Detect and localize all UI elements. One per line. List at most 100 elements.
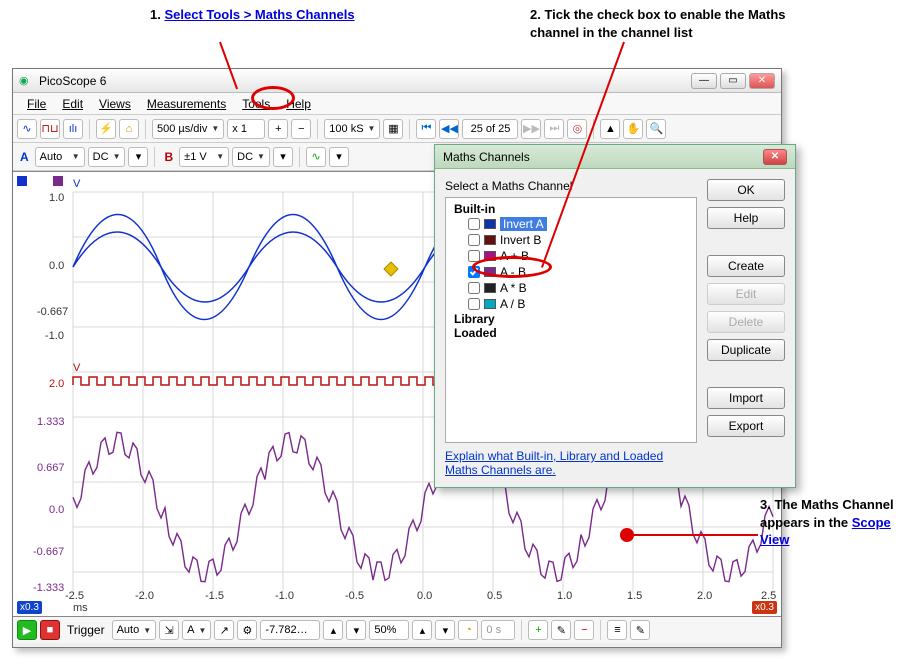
import-button[interactable]: Import — [707, 387, 785, 409]
arrow-step3 — [628, 534, 758, 536]
maths-channels-dialog: Maths Channels ✕ Select a Maths Channel … — [434, 144, 796, 488]
dialog-title: Maths Channels — [443, 150, 530, 164]
channel-a-range[interactable]: Auto▼ — [35, 147, 85, 167]
timebase-dropdown[interactable]: 500 µs/div▼ — [152, 119, 224, 139]
minimize-button[interactable]: — — [691, 73, 717, 89]
swatch-icon — [484, 219, 496, 229]
maths-checkbox-3[interactable] — [468, 266, 480, 278]
maths-item-label: A + B — [500, 249, 529, 263]
maths-item-4[interactable]: A * B — [450, 280, 692, 296]
maths-item-1[interactable]: Invert B — [450, 232, 692, 248]
auto-setup-icon[interactable]: ⚡ — [96, 119, 116, 139]
spectrum-mode-icon[interactable]: ılı — [63, 119, 83, 139]
maths-item-5[interactable]: A / B — [450, 296, 692, 312]
maths-item-label: Invert A — [500, 217, 547, 231]
samples-dropdown[interactable]: 100 kS▼ — [324, 119, 380, 139]
channel-b-range[interactable]: ±1 V▼ — [179, 147, 229, 167]
toolbar-trigger: ▶ ■ Trigger Auto▼ ⇲ A▼ ↗ ⚙ -7.782… ▴▾ 50… — [13, 617, 781, 643]
level-up-icon[interactable]: ▴ — [323, 620, 343, 640]
maths-item-label: A * B — [500, 281, 527, 295]
close-button[interactable]: ✕ — [749, 73, 775, 89]
maths-checkbox-5[interactable] — [468, 298, 480, 310]
tree-loaded: Loaded — [450, 326, 692, 340]
target-icon[interactable]: ◎ — [567, 119, 587, 139]
menubar: File Edit Views Measurements Tools Help — [13, 93, 781, 115]
maths-checkbox-2[interactable] — [468, 250, 480, 262]
delay-icon[interactable]: ◔ — [458, 620, 478, 640]
channel-a-label: A — [17, 150, 32, 164]
persistence-mode-icon[interactable]: ⊓⊔ — [40, 119, 60, 139]
next-page-icon[interactable]: ▶▶ — [521, 119, 541, 139]
maths-channel-list[interactable]: Built-in Invert A Invert B A + B A - B A… — [445, 197, 697, 443]
maths-item-3[interactable]: A - B — [450, 264, 692, 280]
duplicate-button[interactable]: Duplicate — [707, 339, 785, 361]
measure-edit-icon[interactable]: ✎ — [551, 620, 571, 640]
measure-delete-icon[interactable]: − — [574, 620, 594, 640]
dialog-close-button[interactable]: ✕ — [763, 149, 787, 165]
menu-views[interactable]: Views — [91, 95, 139, 113]
home-icon[interactable]: ⌂ — [119, 119, 139, 139]
xzoom-left[interactable]: x0.3 — [17, 601, 42, 614]
maths-item-0[interactable]: Invert A — [450, 216, 692, 232]
zoom-in-icon[interactable]: + — [268, 119, 288, 139]
channel-b-options-icon[interactable]: ▾ — [273, 147, 293, 167]
ok-button[interactable]: OK — [707, 179, 785, 201]
last-page-icon[interactable]: ⏭ — [544, 119, 564, 139]
buffer-icon[interactable]: ▦ — [383, 119, 403, 139]
stop-button[interactable]: ■ — [40, 620, 60, 640]
create-button[interactable]: Create — [707, 255, 785, 277]
sig-gen-icon[interactable]: ∿ — [306, 147, 326, 167]
pointer-icon[interactable]: ▲ — [600, 119, 620, 139]
help-button[interactable]: Help — [707, 207, 785, 229]
first-page-icon[interactable]: ⏮ — [416, 119, 436, 139]
edit-button[interactable]: Edit — [707, 283, 785, 305]
trigger-mode[interactable]: Auto▼ — [112, 620, 157, 640]
run-button[interactable]: ▶ — [17, 620, 37, 640]
explain-link[interactable]: Explain what Built-in, Library and Loade… — [445, 449, 697, 477]
zoom-dropdown[interactable]: x 1 — [227, 119, 265, 139]
annotation-step1-link[interactable]: Select Tools > Maths Channels — [164, 7, 354, 22]
zoom-tool-icon[interactable]: 🔍 — [646, 119, 666, 139]
swatch-icon — [484, 235, 496, 245]
maximize-button[interactable]: ▭ — [720, 73, 746, 89]
annotation-step1: 1. Select Tools > Maths Channels — [150, 6, 355, 24]
channel-a-coupling[interactable]: DC▼ — [88, 147, 126, 167]
dialog-titlebar: Maths Channels ✕ — [435, 145, 795, 169]
tree-library: Library — [450, 312, 692, 326]
menu-tools[interactable]: Tools — [234, 95, 278, 113]
delete-button[interactable]: Delete — [707, 311, 785, 333]
pretrig-down-icon[interactable]: ▾ — [435, 620, 455, 640]
trigger-adv-icon[interactable]: ⚙ — [237, 620, 257, 640]
trigger-rising-icon[interactable]: ↗ — [214, 620, 234, 640]
trigger-level[interactable]: -7.782… — [260, 620, 320, 640]
menu-help[interactable]: Help — [278, 95, 319, 113]
xzoom-right[interactable]: x0.3 — [752, 601, 777, 614]
page-indicator[interactable]: 25 of 25 — [462, 119, 518, 139]
trigger-edge-icon[interactable]: ⇲ — [159, 620, 179, 640]
pretrigger[interactable]: 50% — [369, 620, 409, 640]
maths-checkbox-0[interactable] — [468, 218, 480, 230]
trigger-delay[interactable]: 0 s — [481, 620, 515, 640]
pretrig-up-icon[interactable]: ▴ — [412, 620, 432, 640]
scope-mode-icon[interactable]: ∿ — [17, 119, 37, 139]
trigger-source[interactable]: A▼ — [182, 620, 211, 640]
notes-icon[interactable]: ✎ — [630, 620, 650, 640]
titlebar: ◉ PicoScope 6 — ▭ ✕ — [13, 69, 781, 93]
menu-file[interactable]: File — [19, 95, 54, 113]
channel-a-options-icon[interactable]: ▾ — [128, 147, 148, 167]
measure-add-icon[interactable]: + — [528, 620, 548, 640]
hand-icon[interactable]: ✋ — [623, 119, 643, 139]
export-button[interactable]: Export — [707, 415, 785, 437]
maths-checkbox-4[interactable] — [468, 282, 480, 294]
level-down-icon[interactable]: ▾ — [346, 620, 366, 640]
channel-b-coupling[interactable]: DC▼ — [232, 147, 270, 167]
sig-gen-options-icon[interactable]: ▾ — [329, 147, 349, 167]
menu-measurements[interactable]: Measurements — [139, 95, 234, 113]
maths-item-label: A / B — [500, 297, 525, 311]
rulers-icon[interactable]: ≡ — [607, 620, 627, 640]
maths-item-2[interactable]: A + B — [450, 248, 692, 264]
menu-edit[interactable]: Edit — [54, 95, 91, 113]
maths-checkbox-1[interactable] — [468, 234, 480, 246]
zoom-out-icon[interactable]: − — [291, 119, 311, 139]
prev-page-icon[interactable]: ◀◀ — [439, 119, 459, 139]
